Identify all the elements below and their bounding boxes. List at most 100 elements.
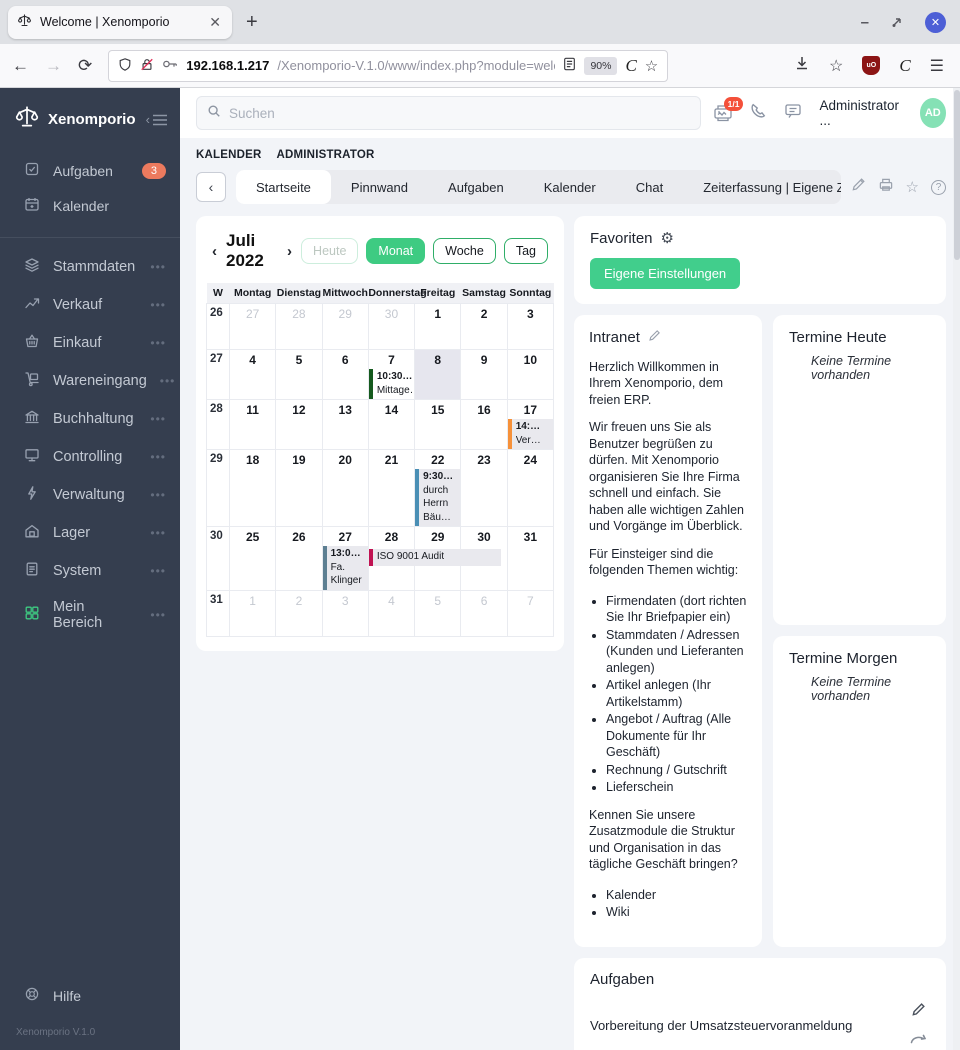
calendar-day-cell[interactable]: 28 ISO 9001 Audit: [367, 526, 502, 591]
module-menu-dots-icon[interactable]: •••: [150, 488, 166, 502]
window-minimize-button[interactable]: –: [861, 14, 869, 31]
day-view-button[interactable]: Tag: [503, 238, 548, 264]
calendar-day-cell[interactable]: 11: [228, 399, 277, 450]
calendar-event[interactable]: 13:0… Fa. Klinger: [322, 546, 368, 590]
key-icon[interactable]: [162, 58, 178, 73]
tab-close-icon[interactable]: ✕: [207, 14, 223, 31]
calendar-day-cell[interactable]: 23: [460, 449, 508, 527]
calendar-day-cell[interactable]: 6: [460, 589, 508, 637]
forward-icon[interactable]: →: [45, 56, 62, 76]
own-settings-button[interactable]: Eigene Einstellungen: [590, 258, 741, 289]
calendar-day-cell[interactable]: 22 9:30… durch Herrn Bäu…: [414, 449, 462, 527]
calendar-day-cell[interactable]: 16: [460, 399, 508, 450]
calendar-day-cell[interactable]: 21: [367, 449, 416, 527]
favorite-star-icon[interactable]: ☆: [906, 178, 919, 196]
downloads-icon[interactable]: [794, 55, 810, 76]
sidebar-item-lager[interactable]: Lager •••: [0, 514, 180, 552]
calendar-day-cell[interactable]: 17 14:… Ver…: [506, 399, 555, 450]
sidebar-item-hilfe[interactable]: Hilfe: [0, 978, 180, 1013]
edit-pencil-icon[interactable]: [911, 1002, 926, 1022]
sidebar-item-verkauf[interactable]: Verkauf •••: [0, 286, 180, 324]
calendar-day-cell[interactable]: 27: [228, 303, 277, 350]
forward-arrow-icon[interactable]: [910, 1031, 927, 1049]
calendar-event[interactable]: 14:… Ver…: [507, 419, 553, 449]
calendar-day-cell[interactable]: 14: [367, 399, 416, 450]
calendar-day-cell[interactable]: 27 13:0… Fa. Klinger: [321, 526, 369, 591]
tabs-back-button[interactable]: ‹: [196, 172, 226, 202]
calendar-day-cell[interactable]: 7: [506, 589, 555, 637]
calendar-day-cell[interactable]: 2: [275, 589, 323, 637]
calendar-day-cell[interactable]: 28: [275, 303, 323, 350]
container-c-icon[interactable]: C: [625, 56, 636, 76]
sidebar-item-controlling[interactable]: Controlling •••: [0, 438, 180, 476]
back-icon[interactable]: ←: [12, 56, 29, 76]
calendar-day-cell[interactable]: 30: [367, 303, 416, 350]
tab-pinnwand[interactable]: Pinnwand: [331, 170, 428, 204]
insecure-lock-icon[interactable]: [140, 57, 154, 75]
calendar-day-cell[interactable]: 18: [228, 449, 277, 527]
sidebar-item-wareneingang[interactable]: Wareneingang •••: [0, 362, 180, 400]
tab-chat[interactable]: Chat: [616, 170, 683, 204]
sidebar-item-system[interactable]: System •••: [0, 552, 180, 590]
sidebar-item-aufgaben[interactable]: Aufgaben 3: [0, 153, 180, 188]
calendar-event[interactable]: 9:30… durch Herrn Bäu…: [415, 469, 461, 526]
calendar-day-cell[interactable]: 25: [228, 526, 277, 591]
phone-icon[interactable]: [750, 102, 767, 124]
calendar-day-cell[interactable]: 9: [460, 349, 508, 400]
week-view-button[interactable]: Woche: [433, 238, 496, 264]
search-box[interactable]: [196, 96, 702, 130]
sidebar-item-buchhaltung[interactable]: Buchhaltung •••: [0, 400, 180, 438]
module-menu-dots-icon[interactable]: •••: [150, 412, 166, 426]
calendar-day-cell[interactable]: 26: [275, 526, 323, 591]
zoom-level-badge[interactable]: 90%: [584, 56, 618, 75]
calendar-day-cell[interactable]: 24: [506, 449, 555, 527]
sidebar-item-stammdaten[interactable]: Stammdaten •••: [0, 248, 180, 286]
calendar-day-cell[interactable]: 3: [506, 303, 555, 350]
reload-icon[interactable]: ⟳: [78, 56, 92, 76]
calendar-day-cell[interactable]: 20: [321, 449, 369, 527]
edit-pencil-icon[interactable]: [648, 328, 661, 348]
calendar-day-cell[interactable]: 15: [414, 399, 462, 450]
calendar-event[interactable]: ISO 9001 Audit: [368, 549, 502, 566]
module-menu-dots-icon[interactable]: •••: [150, 260, 166, 274]
fax-notifications-icon[interactable]: 1/1: [713, 97, 744, 122]
scrollbar-thumb[interactable]: [953, 90, 960, 260]
sidebar-collapse-icon[interactable]: ‹: [146, 112, 168, 127]
month-view-button[interactable]: Monat: [366, 238, 426, 264]
module-menu-dots-icon[interactable]: •••: [150, 526, 166, 540]
print-icon[interactable]: [878, 177, 894, 197]
tab-kalender[interactable]: Kalender: [524, 170, 616, 204]
bookmark-star-icon[interactable]: ☆: [645, 57, 658, 75]
sidebar-item-kalender[interactable]: Kalender: [0, 188, 180, 223]
sidebar-item-verwaltung[interactable]: Verwaltung •••: [0, 476, 180, 514]
module-menu-dots-icon[interactable]: •••: [150, 298, 166, 312]
browser-tab[interactable]: Welcome | Xenomporio ✕: [8, 5, 232, 39]
avatar[interactable]: AD: [919, 98, 946, 128]
window-close-button[interactable]: ✕: [925, 11, 946, 33]
reader-view-icon[interactable]: [563, 57, 576, 74]
calendar-event[interactable]: 10:30…Mittage…: [368, 369, 414, 399]
extensions-star-icon[interactable]: ☆: [829, 56, 843, 76]
calendar-day-cell[interactable]: 10: [506, 349, 555, 400]
chat-bubble-icon[interactable]: [784, 102, 802, 124]
today-button[interactable]: Heute: [301, 238, 359, 264]
module-menu-dots-icon[interactable]: •••: [150, 608, 166, 622]
calendar-day-cell[interactable]: 1: [414, 303, 462, 350]
module-menu-dots-icon[interactable]: •••: [160, 374, 176, 388]
sidebar-item-meinbereich[interactable]: Mein Bereich •••: [0, 590, 180, 640]
extension-c-icon[interactable]: C: [899, 56, 910, 76]
calendar-day-cell[interactable]: 13: [321, 399, 369, 450]
module-menu-dots-icon[interactable]: •••: [150, 564, 166, 578]
tab-startseite[interactable]: Startseite: [236, 170, 331, 204]
calendar-day-cell[interactable]: 29: [321, 303, 369, 350]
module-menu-dots-icon[interactable]: •••: [150, 450, 166, 464]
ublock-shield-icon[interactable]: uO: [862, 56, 881, 75]
window-restore-button[interactable]: [891, 16, 903, 28]
shield-permissions-icon[interactable]: [118, 57, 132, 75]
menu-hamburger-icon[interactable]: ☰: [930, 56, 944, 76]
calendar-next-icon[interactable]: ›: [287, 243, 292, 260]
module-menu-dots-icon[interactable]: •••: [150, 336, 166, 350]
scrollbar-track[interactable]: [953, 88, 960, 1050]
calendar-day-cell[interactable]: 8: [414, 349, 462, 400]
sidebar-item-einkauf[interactable]: Einkauf •••: [0, 324, 180, 362]
